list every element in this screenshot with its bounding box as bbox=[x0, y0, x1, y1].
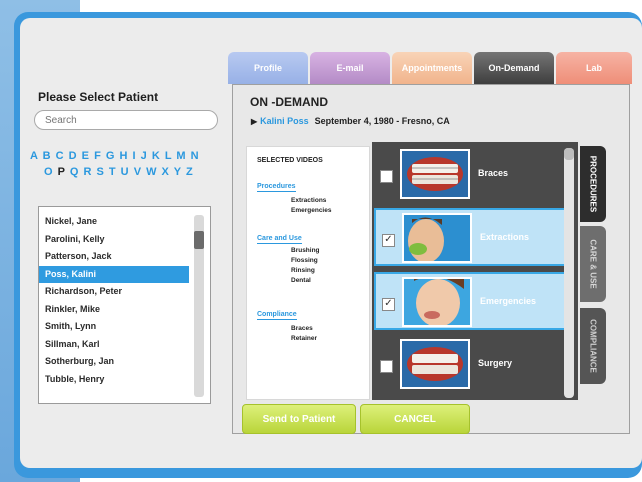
video-row-surgery[interactable]: Surgery bbox=[374, 336, 568, 394]
video-thumbnail-teeth[interactable] bbox=[400, 149, 470, 199]
alpha-letter-d[interactable]: D bbox=[69, 150, 78, 162]
video-thumbnail-face[interactable] bbox=[402, 213, 472, 263]
video-label: Surgery bbox=[478, 358, 513, 368]
side-tab-compliance[interactable]: COMPLIANCE bbox=[580, 308, 606, 384]
alpha-letter-m[interactable]: M bbox=[176, 150, 186, 162]
patient-list-item-selected[interactable]: Poss, Kalini bbox=[39, 265, 189, 283]
alpha-letter-f[interactable]: F bbox=[94, 150, 102, 162]
tab-on-demand[interactable]: On-Demand bbox=[474, 52, 554, 84]
selected-videos-list: SELECTED VIDEOS Procedures Extractions E… bbox=[246, 146, 370, 400]
patient-list-item[interactable]: Nickel, Jane bbox=[39, 213, 189, 231]
tab-appointments[interactable]: Appointments bbox=[392, 52, 472, 84]
video-item: Emergencies bbox=[291, 207, 332, 214]
patient-list-item[interactable]: Patterson, Jack bbox=[39, 248, 189, 266]
video-label: Extractions bbox=[480, 232, 530, 242]
alpha-letter-i[interactable]: I bbox=[133, 150, 137, 162]
video-label: Emergencies bbox=[480, 296, 537, 306]
tab-email[interactable]: E-mail bbox=[310, 52, 390, 84]
patient-info-line: ▶ Kalini Poss September 4, 1980 - Fresno, … bbox=[251, 116, 450, 126]
patient-details: September 4, 1980 - Fresno, CA bbox=[314, 116, 450, 126]
teeth-image-icon bbox=[402, 341, 468, 387]
teeth-image-icon bbox=[402, 151, 468, 197]
video-item: Extractions bbox=[291, 197, 327, 204]
tab-profile[interactable]: Profile bbox=[228, 52, 308, 84]
send-to-patient-button[interactable]: Send to Patient bbox=[242, 404, 356, 434]
patient-list-item[interactable]: Parolini, Kelly bbox=[39, 231, 189, 249]
alpha-letter-h[interactable]: H bbox=[119, 150, 128, 162]
video-section-procedures: Procedures bbox=[257, 183, 296, 192]
alpha-letter-x[interactable]: X bbox=[162, 166, 170, 178]
video-checkbox-checked[interactable]: ✓ bbox=[382, 234, 395, 247]
alpha-letter-a[interactable]: A bbox=[30, 150, 39, 162]
patient-name: Kalini Poss bbox=[260, 116, 309, 126]
video-thumbnail-teeth[interactable] bbox=[400, 339, 470, 389]
video-item: Retainer bbox=[291, 335, 318, 342]
side-tab-label: CARE & USE bbox=[588, 239, 598, 289]
video-row-emergencies[interactable]: ✓ Emergencies bbox=[374, 272, 568, 330]
video-checkbox[interactable] bbox=[380, 170, 393, 183]
alpha-letter-p[interactable]: P bbox=[58, 166, 66, 178]
alpha-letter-n[interactable]: N bbox=[191, 150, 200, 162]
woman-face-image-icon bbox=[404, 279, 470, 325]
alpha-letter-e[interactable]: E bbox=[82, 150, 90, 162]
alpha-letter-g[interactable]: G bbox=[106, 150, 116, 162]
cancel-button[interactable]: CANCEL bbox=[360, 404, 470, 434]
alpha-letter-z[interactable]: Z bbox=[186, 166, 194, 178]
patient-list-item[interactable]: Sotherburg, Jan bbox=[39, 353, 189, 371]
patient-list-scroll-thumb[interactable] bbox=[194, 231, 204, 249]
alpha-letter-l[interactable]: L bbox=[165, 150, 173, 162]
alpha-letter-b[interactable]: B bbox=[43, 150, 52, 162]
video-item: Braces bbox=[291, 325, 313, 332]
patient-list-item[interactable]: Smith, Lynn bbox=[39, 318, 189, 336]
video-checkbox-checked[interactable]: ✓ bbox=[382, 298, 395, 311]
video-item: Rinsing bbox=[291, 267, 315, 274]
alphabet-row-2: O P Q R S T U V W X Y Z bbox=[44, 166, 194, 178]
patient-list-item[interactable]: Rinkler, Mike bbox=[39, 301, 189, 319]
video-thumbnail-woman[interactable] bbox=[402, 277, 472, 327]
video-item: Flossing bbox=[291, 257, 318, 264]
video-row-braces[interactable]: Braces bbox=[374, 146, 568, 204]
side-tab-label: PROCEDURES bbox=[588, 155, 598, 213]
side-tab-label: COMPLIANCE bbox=[588, 319, 598, 373]
alpha-letter-o[interactable]: O bbox=[44, 166, 54, 178]
video-gallery: Braces ✓ Extractions ✓ Emergencies Surge… bbox=[372, 142, 578, 400]
patient-list-item[interactable]: Sillman, Karl bbox=[39, 336, 189, 354]
side-tab-care-and-use[interactable]: CARE & USE bbox=[580, 226, 606, 302]
alpha-letter-q[interactable]: Q bbox=[70, 166, 80, 178]
video-section-care-and-use: Care and Use bbox=[257, 235, 302, 244]
patient-search-input[interactable] bbox=[34, 110, 218, 130]
patient-list: Nickel, Jane Parolini, Kelly Patterson, … bbox=[38, 206, 211, 404]
on-demand-title: ON -DEMAND bbox=[250, 95, 328, 109]
video-checkbox[interactable] bbox=[380, 360, 393, 373]
tab-lab[interactable]: Lab bbox=[556, 52, 632, 84]
triangle-right-icon: ▶ bbox=[251, 117, 258, 126]
patient-list-item[interactable]: Tubble, Henry bbox=[39, 371, 189, 389]
video-gallery-scrollbar[interactable] bbox=[564, 148, 574, 398]
alpha-letter-c[interactable]: C bbox=[56, 150, 65, 162]
patient-list-scrollbar[interactable] bbox=[194, 215, 204, 397]
patient-panel-title: Please Select Patient bbox=[38, 90, 159, 104]
video-gallery-scroll-thumb[interactable] bbox=[564, 148, 574, 160]
alpha-letter-t[interactable]: T bbox=[109, 166, 117, 178]
alpha-letter-u[interactable]: U bbox=[121, 166, 130, 178]
alpha-letter-y[interactable]: Y bbox=[174, 166, 182, 178]
side-tab-procedures[interactable]: PROCEDURES bbox=[580, 146, 606, 222]
alpha-letter-w[interactable]: W bbox=[146, 166, 157, 178]
patient-list-item[interactable]: Richardson, Peter bbox=[39, 283, 189, 301]
alpha-letter-v[interactable]: V bbox=[134, 166, 142, 178]
alphabet-row-1: A B C D E F G H I J K L M N bbox=[30, 150, 200, 162]
video-item: Brushing bbox=[291, 247, 320, 254]
video-section-compliance: Compliance bbox=[257, 311, 297, 320]
face-image-icon bbox=[404, 215, 470, 261]
alpha-letter-k[interactable]: K bbox=[152, 150, 161, 162]
alpha-letter-r[interactable]: R bbox=[83, 166, 92, 178]
alpha-letter-j[interactable]: J bbox=[141, 150, 148, 162]
selected-videos-heading: SELECTED VIDEOS bbox=[257, 157, 323, 164]
video-label: Braces bbox=[478, 168, 509, 178]
alpha-letter-s[interactable]: S bbox=[96, 166, 104, 178]
video-item: Dental bbox=[291, 277, 311, 284]
video-row-extractions[interactable]: ✓ Extractions bbox=[374, 208, 568, 266]
